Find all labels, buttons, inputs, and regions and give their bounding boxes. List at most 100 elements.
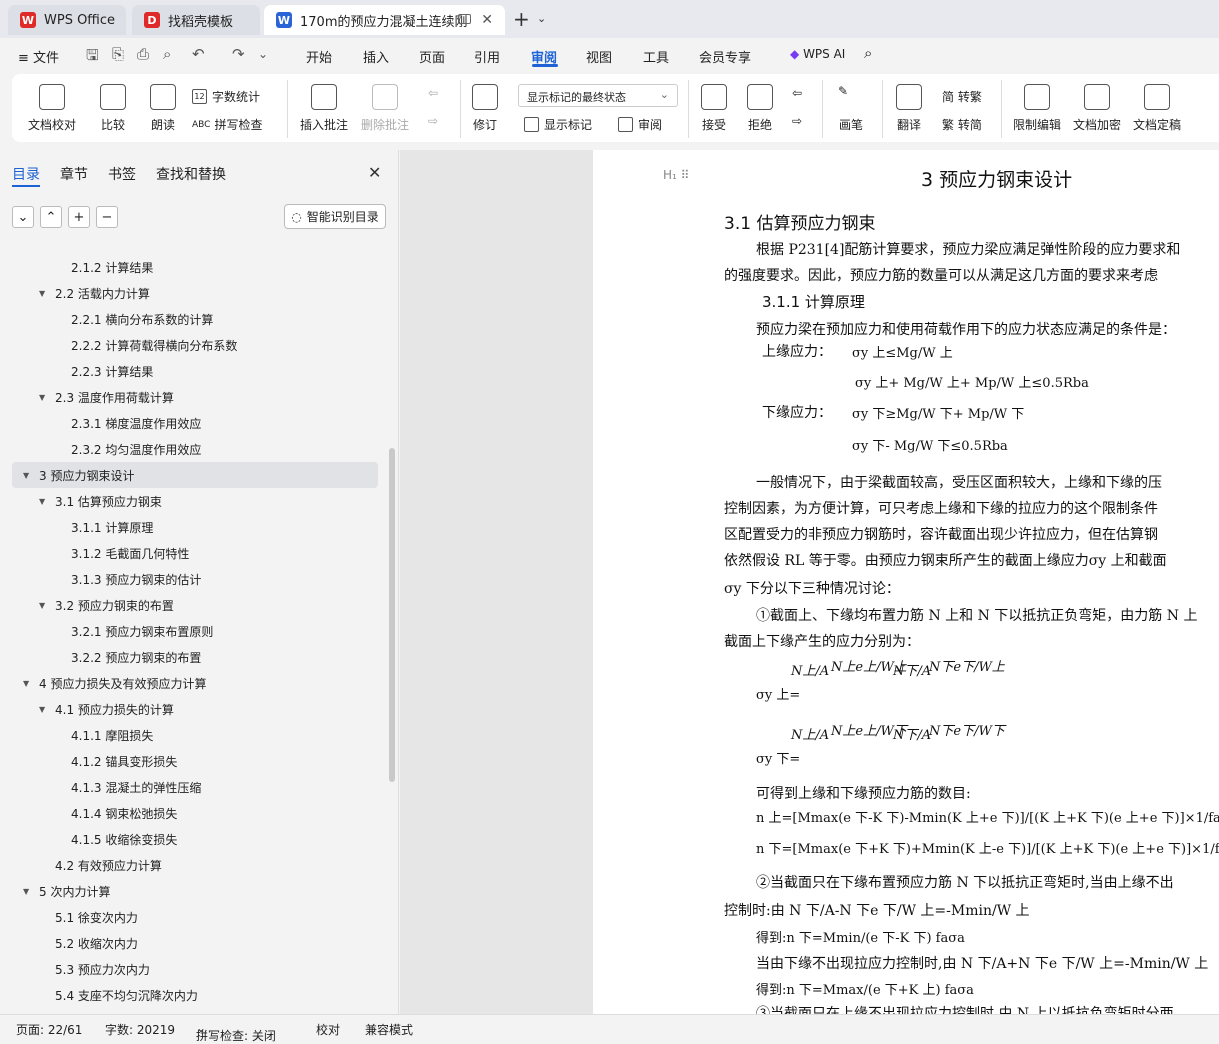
- spell-check-status[interactable]: 拼写检查: 关闭 ⌄: [196, 1021, 276, 1043]
- toc-item[interactable]: ▼ 2.3 温度作用荷载计算: [0, 384, 390, 410]
- expand-arrow-icon[interactable]: ▼: [23, 679, 35, 688]
- translate-button[interactable]: 翻译: [896, 84, 922, 133]
- toc-item[interactable]: 3.1.2 毛截面几何特性: [0, 540, 390, 566]
- read-aloud-button[interactable]: 朗读: [150, 84, 176, 133]
- undo-icon[interactable]: ↶: [192, 45, 205, 63]
- expand-arrow-icon[interactable]: ▼: [39, 497, 51, 506]
- save-icon[interactable]: 🖫: [86, 45, 99, 70]
- toc-item[interactable]: ▼ 3 预应力钢束设计: [12, 462, 378, 488]
- tab-docer[interactable]: D 找稻壳模板: [132, 5, 260, 35]
- close-tab-icon[interactable]: ✕: [481, 12, 493, 28]
- toc-item[interactable]: 3.1.3 预应力钢束的估计: [0, 566, 390, 592]
- prev-change-icon[interactable]: ⇦: [792, 86, 802, 100]
- expand-arrow-icon[interactable]: ▼: [39, 393, 51, 402]
- spell-check-button[interactable]: ABC 拼写检查: [192, 116, 262, 133]
- expand-arrow-icon[interactable]: ▼: [23, 887, 35, 896]
- redo-icon[interactable]: ↷: [232, 45, 245, 63]
- toc-item[interactable]: 2.3.2 均匀温度作用效应: [0, 436, 390, 462]
- menu-tools[interactable]: 工具: [643, 47, 669, 66]
- proofread-button[interactable]: 校对: [316, 1021, 340, 1038]
- toc-item[interactable]: 5.4 支座不均匀沉降次内力: [0, 982, 390, 1008]
- wps-ai-button[interactable]: ◆ WPS AI: [790, 47, 845, 61]
- compare-button[interactable]: 比较: [100, 84, 126, 133]
- toc-item[interactable]: ▼ 3.2 预应力钢束的布置: [0, 592, 390, 618]
- menu-reference[interactable]: 引用: [474, 47, 500, 66]
- expand-arrow-icon[interactable]: ▼: [39, 601, 51, 610]
- file-menu[interactable]: ≡ 文件: [18, 47, 59, 66]
- menu-start[interactable]: 开始: [306, 47, 332, 66]
- toc-item[interactable]: ▼ 2.2 活载内力计算: [0, 280, 390, 306]
- tab-wps-office[interactable]: W WPS Office: [8, 5, 126, 35]
- toc-item[interactable]: ▼ 5 次内力计算: [0, 878, 390, 904]
- smart-toc-button[interactable]: ◌ 智能识别目录: [284, 204, 386, 229]
- toc-item[interactable]: 3.2.2 预应力钢束的布置: [0, 644, 390, 670]
- pen-button[interactable]: ✎ 画笔: [838, 84, 864, 133]
- collapse-down-icon[interactable]: ⌄: [12, 206, 34, 228]
- next-comment-icon[interactable]: ⇨: [428, 114, 438, 128]
- document-page[interactable]: H₁ ⠿ 3 预应力钢束设计 3.1 估算预应力钢束 根据 P231[4]配筋计…: [593, 150, 1219, 1014]
- heading-marker-icon[interactable]: H₁ ⠿: [663, 168, 689, 182]
- tab-sections[interactable]: 章节: [60, 164, 88, 184]
- prev-comment-icon[interactable]: ⇦: [428, 86, 438, 100]
- word-count[interactable]: 字数: 20219: [105, 1021, 175, 1038]
- insert-comment-button[interactable]: 插入批注: [300, 84, 348, 133]
- chevron-up-icon[interactable]: ⌃: [40, 206, 62, 228]
- review-pane-button[interactable]: 审阅: [618, 116, 662, 133]
- expand-arrow-icon[interactable]: ▼: [23, 471, 35, 480]
- menu-vip[interactable]: 会员专享: [699, 47, 751, 66]
- toc-item[interactable]: 5.2 收缩次内力: [0, 930, 390, 956]
- next-change-icon[interactable]: ⇨: [792, 114, 802, 128]
- to-simplified-button[interactable]: 简 转繁: [942, 88, 982, 105]
- markup-mode-select[interactable]: 显示标记的最终状态 ⌄: [518, 84, 678, 107]
- print-icon[interactable]: ⎙: [137, 45, 149, 63]
- reject-button[interactable]: 拒绝: [747, 84, 773, 133]
- menu-view[interactable]: 视图: [586, 47, 612, 66]
- toc-item[interactable]: ▼ 3.1 估算预应力钢束: [0, 488, 390, 514]
- menu-page[interactable]: 页面: [419, 47, 445, 66]
- toc-item[interactable]: ▼ 4 预应力损失及有效预应力计算: [0, 670, 390, 696]
- tab-bookmarks[interactable]: 书签: [108, 164, 136, 184]
- restrict-editing-button[interactable]: 限制编辑: [1013, 84, 1061, 133]
- toc-item[interactable]: ▼ 4.1 预应力损失的计算: [0, 696, 390, 722]
- more-icon[interactable]: ⌄: [258, 47, 268, 61]
- expand-arrow-icon[interactable]: ▼: [39, 289, 51, 298]
- toc-item[interactable]: 2.2.1 横向分布系数的计算: [0, 306, 390, 332]
- delete-comment-button[interactable]: 删除批注: [361, 84, 409, 133]
- page-indicator[interactable]: 页面: 22/61: [16, 1021, 82, 1038]
- to-traditional-button[interactable]: 繁 转简: [942, 116, 982, 133]
- finalize-button[interactable]: 文档定稿: [1133, 84, 1181, 133]
- new-tab-button[interactable]: +: [513, 9, 530, 29]
- encrypt-button[interactable]: 文档加密: [1073, 84, 1121, 133]
- chevron-down-icon[interactable]: ⌄: [537, 12, 546, 25]
- track-changes-button[interactable]: 修订: [472, 84, 498, 133]
- search-icon[interactable]: ⌕: [864, 44, 872, 62]
- tab-find-replace[interactable]: 查找和替换: [156, 164, 226, 184]
- toc-item[interactable]: 2.2.3 计算结果: [0, 358, 390, 384]
- tab-document[interactable]: W 170m的预应力混凝土连续刚构 ✕: [264, 5, 505, 35]
- expand-arrow-icon[interactable]: ▼: [39, 705, 51, 714]
- show-markup-button[interactable]: 显示标记: [524, 116, 592, 133]
- doc-check-button[interactable]: 文档校对: [28, 84, 76, 133]
- toc-item[interactable]: 2.3.1 梯度温度作用效应: [0, 410, 390, 436]
- toc-item[interactable]: 5.3 预应力次内力: [0, 956, 390, 982]
- toc-item[interactable]: 3.1.1 计算原理: [0, 514, 390, 540]
- print-preview-icon[interactable]: ⌕: [163, 45, 171, 63]
- word-count-button[interactable]: 12 字数统计: [192, 88, 260, 105]
- toc-item[interactable]: 2.1.2 计算结果: [0, 254, 390, 280]
- remove-heading-icon[interactable]: −: [96, 206, 118, 228]
- menu-insert[interactable]: 插入: [363, 47, 389, 66]
- toc-item[interactable]: 5.1 徐变次内力: [0, 904, 390, 930]
- close-icon[interactable]: ✕: [368, 163, 381, 182]
- window-icon[interactable]: [458, 14, 471, 24]
- add-heading-icon[interactable]: +: [68, 206, 90, 228]
- export-icon[interactable]: ⎘: [112, 45, 124, 63]
- toc-item[interactable]: 4.2 有效预应力计算: [0, 852, 390, 878]
- toc-item[interactable]: 2.2.2 计算荷载得横向分布系数: [0, 332, 390, 358]
- toc-item[interactable]: 4.1.1 摩阻损失: [0, 722, 390, 748]
- accept-button[interactable]: 接受: [701, 84, 727, 133]
- toc-item[interactable]: 4.1.2 锚具变形损失: [0, 748, 390, 774]
- scrollbar[interactable]: [389, 448, 395, 782]
- toc-item[interactable]: 4.1.4 钢束松弛损失: [0, 800, 390, 826]
- toc-item[interactable]: 4.1.3 混凝土的弹性压缩: [0, 774, 390, 800]
- tab-toc[interactable]: 目录: [12, 164, 40, 184]
